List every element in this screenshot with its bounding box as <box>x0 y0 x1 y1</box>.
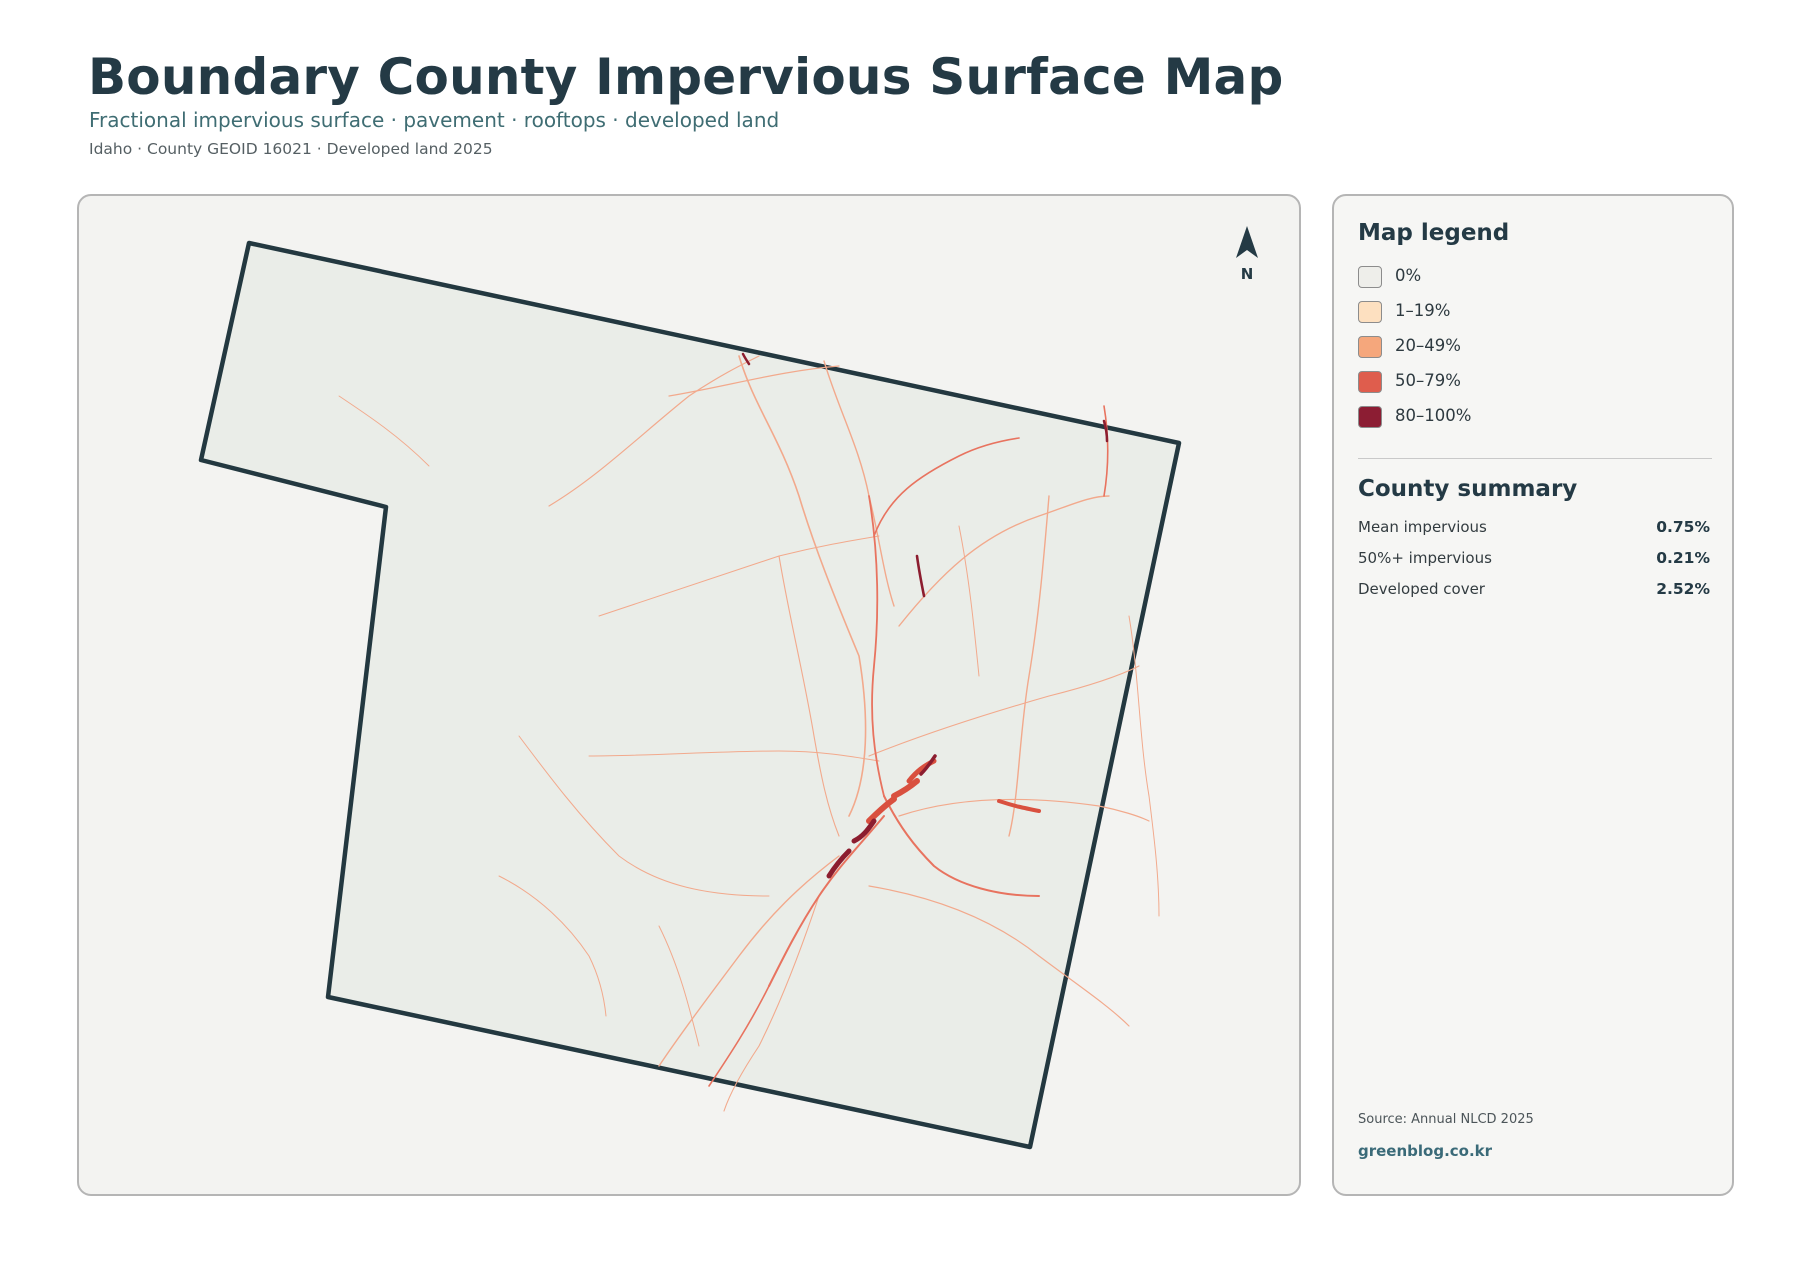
legend-swatch <box>1358 336 1382 358</box>
map-panel[interactable]: N <box>77 194 1301 1196</box>
side-panel: Map legend 0% 1–19% 20–49% 50–79% 80–100… <box>1332 194 1734 1196</box>
stat-value: 0.21% <box>1656 549 1710 567</box>
north-arrow-icon <box>1236 226 1258 258</box>
legend-swatch <box>1358 266 1382 288</box>
stat-value: 2.52% <box>1656 580 1710 598</box>
legend-label: 1–19% <box>1395 301 1451 320</box>
site-link[interactable]: greenblog.co.kr <box>1358 1142 1492 1160</box>
map-canvas[interactable]: N <box>79 196 1301 1196</box>
page-meta: Idaho · County GEOID 16021 · Developed l… <box>89 140 493 158</box>
stat-row-high: 50%+ impervious 0.21% <box>1358 549 1710 569</box>
source-note: Source: Annual NLCD 2025 <box>1358 1112 1534 1127</box>
legend-title: Map legend <box>1358 220 1510 246</box>
stat-label: Developed cover <box>1358 580 1485 598</box>
north-arrow: N <box>1236 226 1258 283</box>
legend-swatch <box>1358 406 1382 428</box>
stat-row-mean: Mean impervious 0.75% <box>1358 518 1710 538</box>
legend-swatch <box>1358 301 1382 323</box>
legend-swatch <box>1358 371 1382 393</box>
legend-divider <box>1358 458 1712 459</box>
legend-label: 50–79% <box>1395 371 1461 390</box>
north-label: N <box>1241 265 1254 283</box>
legend-label: 0% <box>1395 266 1422 285</box>
page-subtitle: Fractional impervious surface · pavement… <box>89 108 780 132</box>
stat-row-developed: Developed cover 2.52% <box>1358 580 1710 600</box>
legend-label: 80–100% <box>1395 406 1472 425</box>
stat-value: 0.75% <box>1656 518 1710 536</box>
stat-label: 50%+ impervious <box>1358 549 1492 567</box>
summary-title: County summary <box>1358 476 1578 502</box>
legend-label: 20–49% <box>1395 336 1461 355</box>
page-title: Boundary County Impervious Surface Map <box>88 48 1284 106</box>
stat-label: Mean impervious <box>1358 518 1487 536</box>
